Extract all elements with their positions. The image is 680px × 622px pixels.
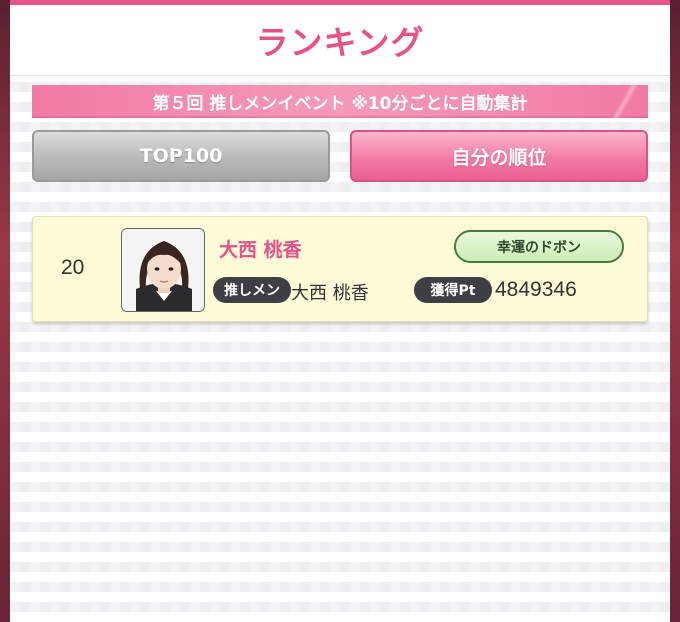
tab-my-rank-label: 自分の順位	[451, 146, 547, 169]
ranking-row[interactable]: 20 大西 桃香 幸運のドボン 推しメン 大西 桃香 獲得Pt 4849346	[32, 216, 648, 322]
event-banner: 第５回 推しメンイベント ※10分ごとに自動集計	[32, 85, 648, 118]
tab-my-rank[interactable]: 自分の順位	[350, 130, 648, 182]
member-photo-icon[interactable]	[121, 228, 205, 312]
tab-top100[interactable]: TOP100	[32, 130, 330, 182]
event-banner-text: 第５回 推しメンイベント ※10分ごとに自動集計	[152, 94, 528, 114]
lucky-dobon-badge: 幸運のドボン	[454, 230, 624, 263]
ranking-panel: ランキング 第５回 推しメンイベント ※10分ごとに自動集計 TOP100 自分…	[10, 0, 670, 622]
points-label-pill: 獲得Pt	[414, 277, 492, 303]
header: ランキング	[10, 5, 670, 76]
tab-top100-label: TOP100	[139, 145, 223, 167]
points-label: 獲得Pt	[430, 283, 476, 299]
member-name: 大西 桃香	[219, 239, 302, 261]
page-title: ランキング	[255, 23, 425, 62]
lucky-dobon-label: 幸運のドボン	[497, 239, 581, 256]
oshimen-label-pill: 推しメン	[213, 277, 291, 303]
oshimen-label: 推しメン	[224, 283, 280, 299]
points-value: 4849346	[495, 278, 577, 301]
oshimen-value: 大西 桃香	[291, 283, 369, 304]
rank-number: 20	[61, 256, 85, 279]
